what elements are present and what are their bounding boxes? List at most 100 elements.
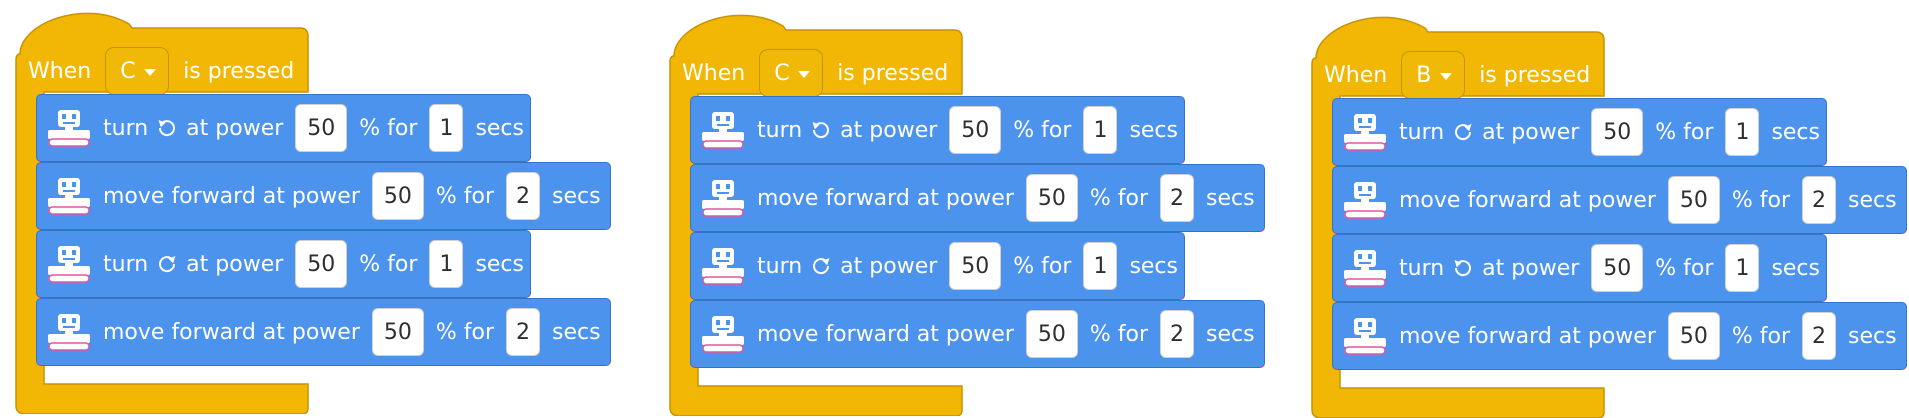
move-forward-block[interactable]: move forward at power 50 % for 2 secs <box>690 300 1265 368</box>
rotate-counterclockwise-icon <box>158 120 176 137</box>
duration-input[interactable]: 2 <box>506 308 541 356</box>
power-input[interactable]: 50 <box>371 172 424 220</box>
robot-icon <box>1344 250 1386 287</box>
script-stack-3[interactable]: When B is pressed turn at power 50 % for… <box>1310 8 1909 418</box>
turn-block[interactable]: turn at power 50 % for 1 secs <box>690 232 1185 300</box>
is-pressed-label: is pressed <box>183 58 295 84</box>
duration-input[interactable]: 2 <box>1802 312 1837 360</box>
power-input[interactable]: 50 <box>1591 244 1644 292</box>
power-input[interactable]: 50 <box>1025 174 1078 222</box>
at-power-label: at power <box>186 251 284 277</box>
robot-icon <box>48 110 90 147</box>
turn-label: turn <box>757 117 803 143</box>
percent-for-label: % for <box>1013 253 1072 279</box>
percent-for-label: % for <box>1089 321 1149 347</box>
duration-input[interactable]: 2 <box>1160 174 1195 222</box>
duration-input[interactable]: 2 <box>506 172 541 220</box>
when-label: When <box>1324 62 1388 88</box>
turn-block[interactable]: turn at power 50 % for 1 secs <box>1332 98 1827 166</box>
duration-input[interactable]: 1 <box>1083 242 1118 290</box>
percent-for-label: % for <box>1655 119 1714 145</box>
duration-input[interactable]: 1 <box>429 240 464 288</box>
percent-for-label: % for <box>1731 187 1791 213</box>
when-label: When <box>28 58 92 84</box>
move-forward-block[interactable]: move forward at power 50 % for 2 secs <box>36 298 611 366</box>
button-dropdown-value: C <box>120 58 136 84</box>
robot-icon <box>702 180 744 217</box>
power-input[interactable]: 50 <box>1667 312 1720 360</box>
move-forward-block[interactable]: move forward at power 50 % for 2 secs <box>1332 302 1907 370</box>
power-input[interactable]: 50 <box>295 240 348 288</box>
secs-label: secs <box>475 115 524 141</box>
power-input[interactable]: 50 <box>949 106 1002 154</box>
turn-label: turn <box>1399 255 1445 281</box>
turn-label: turn <box>103 251 149 277</box>
rotate-clockwise-icon <box>1455 124 1472 141</box>
rotate-clockwise-icon <box>813 258 830 275</box>
duration-input[interactable]: 1 <box>1725 244 1760 292</box>
duration-input[interactable]: 2 <box>1802 176 1837 224</box>
turn-label: turn <box>757 253 803 279</box>
power-input[interactable]: 50 <box>295 104 348 152</box>
turn-label: turn <box>103 115 149 141</box>
chevron-down-icon <box>144 68 157 76</box>
at-power-label: at power <box>840 253 938 279</box>
turn-block[interactable]: turn at power 50 % for 1 secs <box>690 96 1185 164</box>
percent-for-label: % for <box>1655 255 1714 281</box>
move-forward-block[interactable]: move forward at power 50 % for 2 secs <box>36 162 611 230</box>
at-power-label: at power <box>186 115 284 141</box>
move-forward-label: move forward at power <box>103 183 360 209</box>
robot-icon <box>702 248 744 285</box>
percent-for-label: % for <box>1089 185 1149 211</box>
secs-label: secs <box>552 319 601 345</box>
robot-icon <box>1344 114 1386 151</box>
power-input[interactable]: 50 <box>1025 310 1078 358</box>
duration-input[interactable]: 1 <box>429 104 464 152</box>
rotate-clockwise-icon <box>159 256 176 273</box>
at-power-label: at power <box>1482 255 1580 281</box>
secs-label: secs <box>475 251 524 277</box>
robot-icon <box>48 178 90 215</box>
button-dropdown-value: B <box>1416 62 1432 88</box>
event-hat-row: When B is pressed <box>1324 50 1590 100</box>
button-dropdown[interactable]: B <box>1401 51 1466 99</box>
robot-icon <box>1344 182 1386 219</box>
button-dropdown-value: C <box>774 60 790 86</box>
robot-icon <box>1344 318 1386 355</box>
power-input[interactable]: 50 <box>1667 176 1720 224</box>
event-hat-row: When C is pressed <box>28 46 294 96</box>
secs-label: secs <box>1129 253 1178 279</box>
duration-input[interactable]: 2 <box>1160 310 1195 358</box>
robot-icon <box>48 246 90 283</box>
turn-block[interactable]: turn at power 50 % for 1 secs <box>1332 234 1827 302</box>
button-dropdown[interactable]: C <box>759 49 824 97</box>
move-forward-label: move forward at power <box>1399 323 1656 349</box>
turn-block[interactable]: turn at power 50 % for 1 secs <box>36 230 531 298</box>
turn-block[interactable]: turn at power 50 % for 1 secs <box>36 94 531 162</box>
power-input[interactable]: 50 <box>371 308 424 356</box>
rotate-counterclockwise-icon <box>812 122 830 139</box>
power-input[interactable]: 50 <box>1591 108 1644 156</box>
event-hat-row: When C is pressed <box>682 48 948 98</box>
move-forward-block[interactable]: move forward at power 50 % for 2 secs <box>1332 166 1907 234</box>
duration-input[interactable]: 1 <box>1725 108 1760 156</box>
is-pressed-label: is pressed <box>837 60 949 86</box>
rotate-counterclockwise-icon <box>1454 260 1472 277</box>
is-pressed-label: is pressed <box>1479 62 1591 88</box>
chevron-down-icon <box>1440 72 1453 80</box>
percent-for-label: % for <box>435 183 495 209</box>
script-stack-1[interactable]: When C is pressed turn at power 50 % for… <box>14 4 634 414</box>
percent-for-label: % for <box>1731 323 1791 349</box>
power-input[interactable]: 50 <box>949 242 1002 290</box>
secs-label: secs <box>1206 321 1255 347</box>
turn-label: turn <box>1399 119 1445 145</box>
chevron-down-icon <box>798 70 811 78</box>
script-stack-2[interactable]: When C is pressed turn at power 50 % for… <box>668 6 1288 416</box>
secs-label: secs <box>1206 185 1255 211</box>
at-power-label: at power <box>840 117 938 143</box>
move-forward-label: move forward at power <box>757 185 1014 211</box>
move-forward-block[interactable]: move forward at power 50 % for 2 secs <box>690 164 1265 232</box>
duration-input[interactable]: 1 <box>1083 106 1118 154</box>
move-forward-label: move forward at power <box>103 319 360 345</box>
button-dropdown[interactable]: C <box>105 47 170 95</box>
